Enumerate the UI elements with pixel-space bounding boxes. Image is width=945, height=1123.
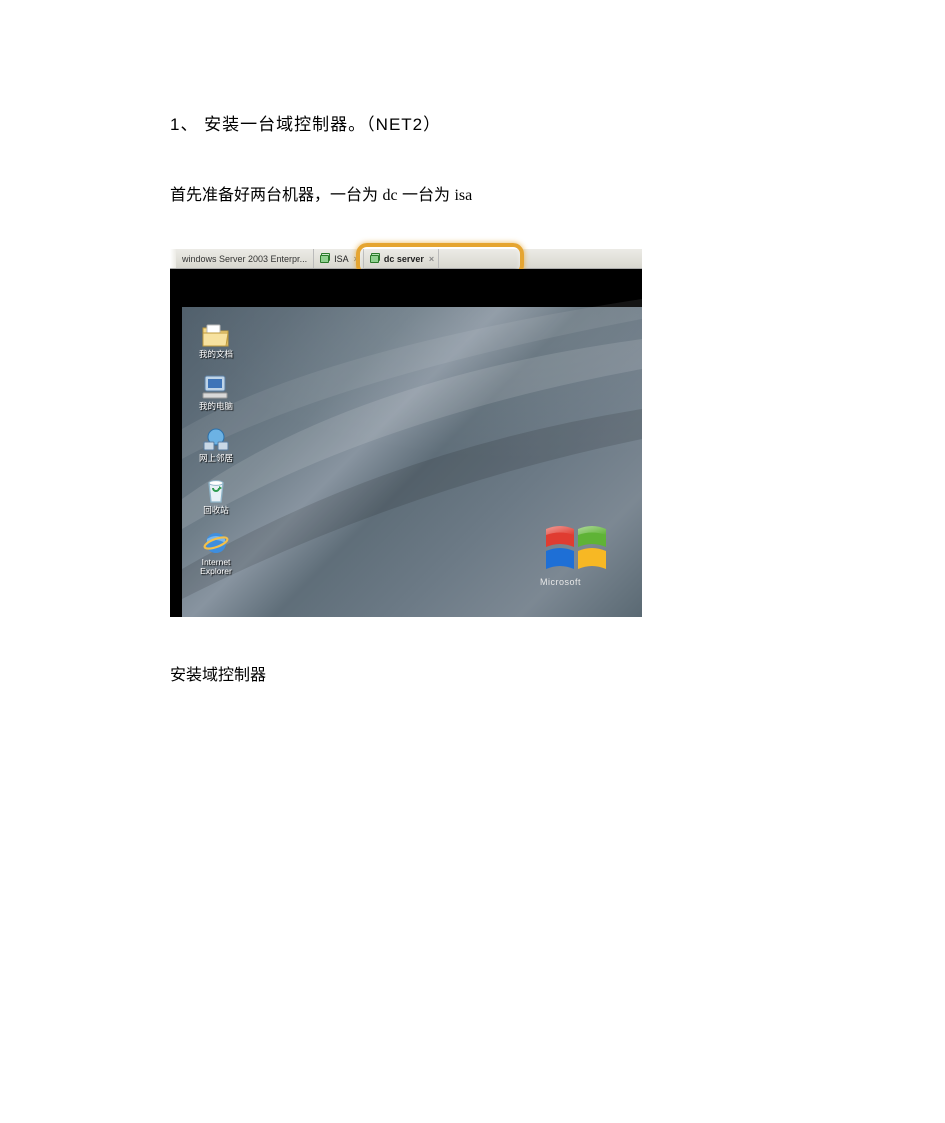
vm-running-icon [320,253,331,264]
windows-flag-icon [540,523,616,575]
vm-tab-main-label: windows Server 2003 Enterpr... [182,254,307,264]
desktop-icon-internet-explorer[interactable]: InternetExplorer [195,529,237,576]
vm-running-icon [370,253,381,264]
computer-icon [201,373,231,401]
vm-tab-main[interactable]: windows Server 2003 Enterpr... [176,249,314,268]
desktop-icon-my-documents[interactable]: 我的文档 [199,321,233,359]
desc-part2: 一台为 [398,187,455,204]
folder-documents-icon [201,321,231,349]
close-icon[interactable]: × [354,254,359,264]
desc-isa: isa [454,187,472,204]
windows-logo-corner: Microsoft [540,523,616,587]
vm-tab-isa-label: ISA [334,254,349,264]
desktop-icon-label: 我的文档 [199,350,233,359]
network-places-icon [201,425,231,453]
vm-tab-isa[interactable]: ISA × [314,249,364,268]
recycle-bin-icon [201,477,231,505]
internet-explorer-icon [201,529,231,557]
desktop-icon-label: 我的电脑 [199,402,233,411]
embedded-screenshot: windows Server 2003 Enterpr... ISA × dc … [170,249,642,617]
vm-tab-dcserver[interactable]: dc server × [364,249,439,268]
desktop-icons-column: 我的文档 我的电脑 [194,321,238,576]
tabbar-spacer [439,249,642,268]
vm-desktop: 我的文档 我的电脑 [170,269,642,617]
desktop-icon-my-computer[interactable]: 我的电脑 [199,373,233,411]
desktop-icon-label: 网上邻居 [199,454,233,463]
desc-part1: 首先准备好两台机器，一台为 [170,187,382,204]
vm-tab-dc-label: dc server [384,254,424,264]
step-subheading: 安装域控制器 [170,661,785,685]
desc-dc: dc [382,187,397,204]
windows-logo-text: Microsoft [540,577,616,587]
step-description: 首先准备好两台机器，一台为 dc 一台为 isa [170,181,785,205]
desktop-icon-network-places[interactable]: 网上邻居 [199,425,233,463]
close-icon[interactable]: × [429,254,434,264]
vm-tab-bar: windows Server 2003 Enterpr... ISA × dc … [170,249,642,269]
desktop-icon-label: InternetExplorer [195,558,237,576]
desktop-icon-label: 回收站 [203,506,229,515]
step-heading: 1、 安装一台域控制器。（NET2） [170,110,785,135]
desktop-icon-recycle-bin[interactable]: 回收站 [201,477,231,515]
